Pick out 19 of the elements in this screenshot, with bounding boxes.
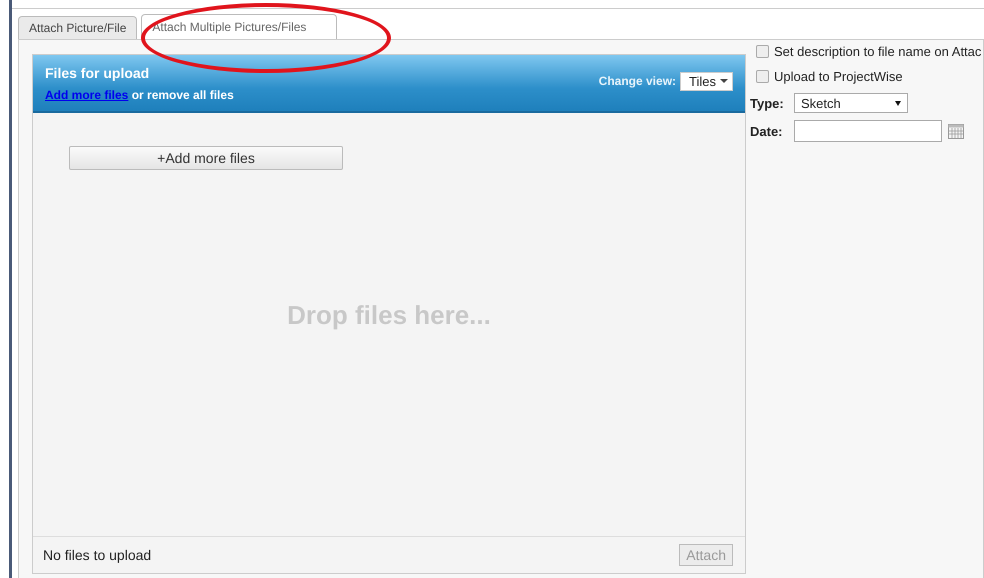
remove-all-text: or remove all files [130,88,234,102]
caret-icon [720,79,728,83]
type-select[interactable]: Sketch [794,93,908,113]
add-files-button[interactable]: +Add more files [69,146,343,170]
view-select[interactable]: Tiles [680,72,733,90]
panel-title: Files for upload [45,65,150,83]
checkbox-label: Upload to ProjectWise [774,69,903,84]
change-view-label: Change view: [598,74,676,88]
dropdown-arrow-icon [895,100,901,106]
calendar-icon[interactable] [948,124,964,138]
type-label: Type: [750,96,785,110]
checkbox[interactable] [756,70,769,83]
tab[interactable]: Attach Multiple Pictures/Files [141,14,338,39]
status-text: No files to upload [43,547,152,563]
checkbox[interactable] [756,45,769,58]
tab[interactable]: Attach Picture/File [18,16,138,39]
date-field[interactable] [794,120,942,142]
date-label: Date: [750,124,784,138]
checkbox-label: Set description to file name on Attac [774,44,982,59]
